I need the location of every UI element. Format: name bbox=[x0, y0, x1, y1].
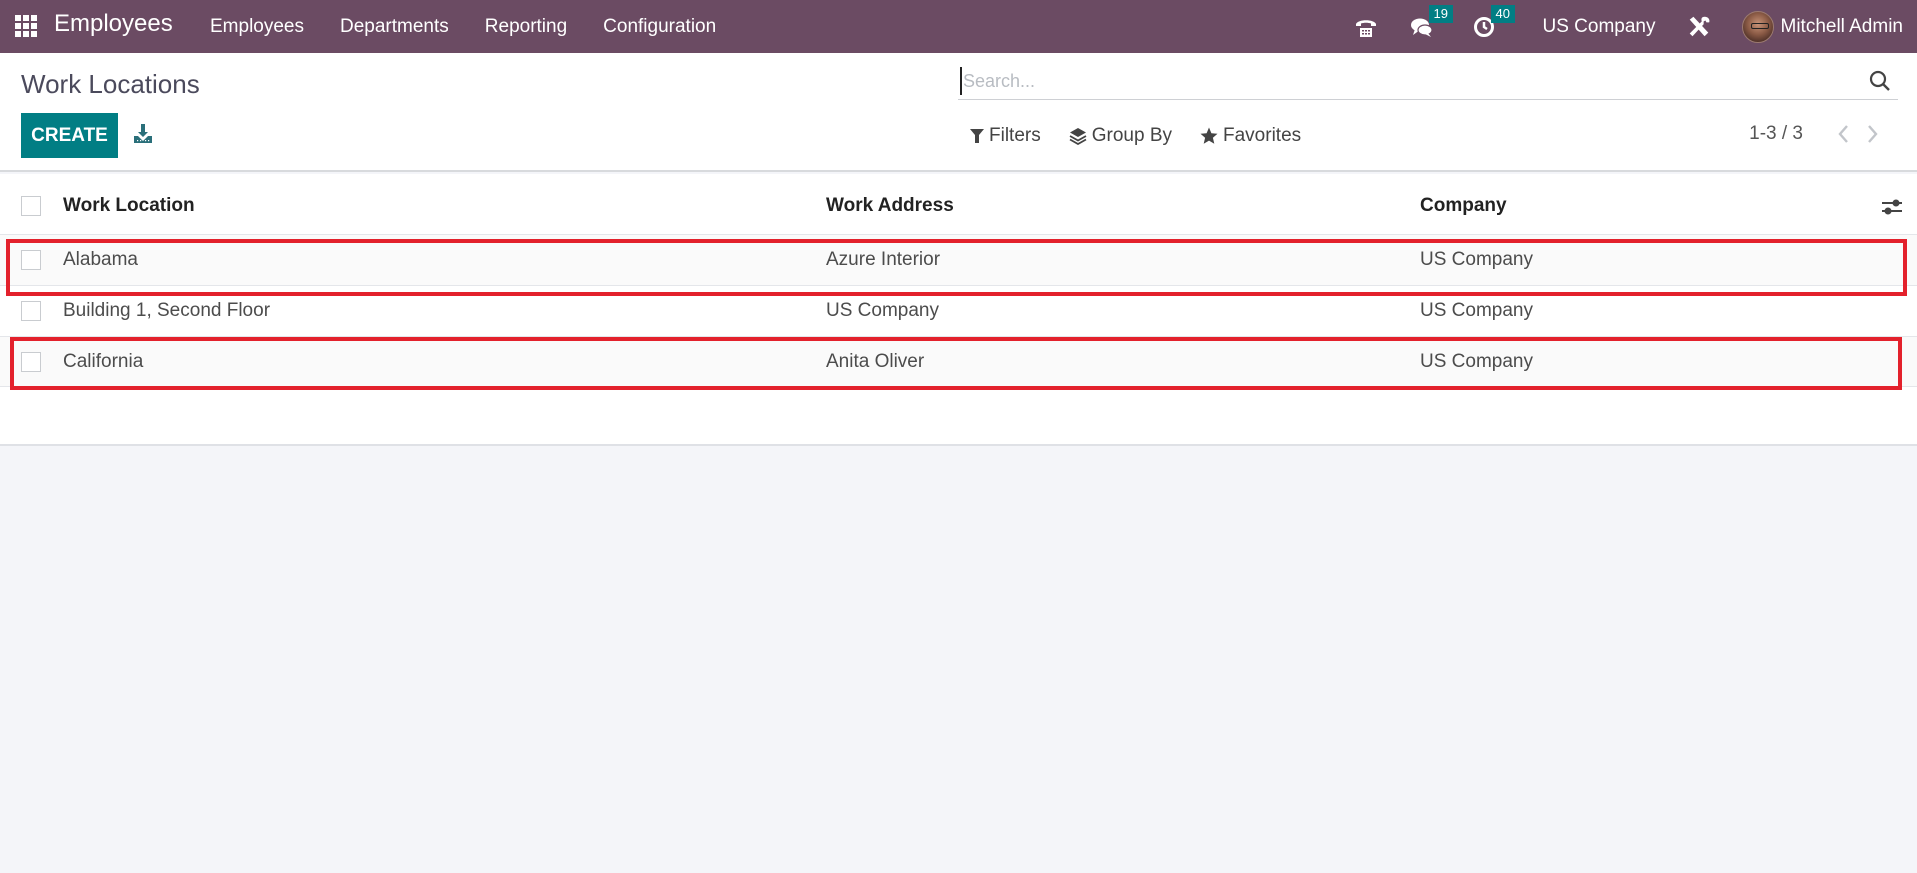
download-icon bbox=[134, 124, 152, 143]
group-by-button[interactable]: Group By bbox=[1069, 125, 1172, 147]
menu-departments[interactable]: Departments bbox=[340, 16, 449, 38]
main-menu: Employees Departments Reporting Configur… bbox=[210, 0, 752, 53]
messages-badge: 19 bbox=[1428, 4, 1453, 23]
search-input[interactable] bbox=[960, 67, 1840, 95]
row-checkbox[interactable] bbox=[21, 352, 41, 372]
pager-next-button[interactable] bbox=[1865, 123, 1881, 145]
table-row[interactable]: California Anita Oliver US Company bbox=[0, 336, 1917, 387]
cell-work-location: Building 1, Second Floor bbox=[63, 300, 271, 321]
table-row[interactable]: Alabama Azure Interior US Company bbox=[0, 234, 1917, 285]
search-box bbox=[958, 63, 1898, 100]
cell-company: US Company bbox=[1420, 249, 1533, 270]
avatar bbox=[1741, 10, 1774, 43]
chevron-right-icon bbox=[1868, 125, 1878, 143]
messages-button[interactable]: 19 bbox=[1409, 4, 1453, 40]
phone-icon bbox=[1353, 14, 1379, 40]
row-checkbox[interactable] bbox=[21, 301, 41, 321]
tools-icon bbox=[1686, 14, 1712, 40]
menu-reporting[interactable]: Reporting bbox=[485, 16, 567, 38]
pager-value[interactable]: 1-3 / 3 bbox=[1749, 123, 1803, 145]
column-header-company[interactable]: Company bbox=[1420, 195, 1507, 217]
cell-company: US Company bbox=[1420, 300, 1533, 321]
activities-badge: 40 bbox=[1490, 4, 1515, 23]
filter-icon bbox=[970, 129, 984, 143]
row-checkbox[interactable] bbox=[21, 250, 41, 270]
cell-work-address: Anita Oliver bbox=[826, 351, 925, 372]
column-header-work-location[interactable]: Work Location bbox=[63, 195, 195, 217]
star-icon bbox=[1200, 127, 1218, 144]
optional-columns-icon[interactable] bbox=[1881, 196, 1903, 218]
systray: 19 40 US Company Mitchell Admin bbox=[1323, 0, 1904, 53]
debug-tools-button[interactable] bbox=[1686, 14, 1712, 40]
pager-previous-button[interactable] bbox=[1835, 123, 1851, 145]
search-options: Filters Group By Favorites bbox=[970, 125, 1329, 147]
layers-icon bbox=[1069, 128, 1087, 145]
search-icon[interactable] bbox=[1868, 69, 1892, 93]
control-panel: Work Locations CREATE Filters Group By F… bbox=[0, 53, 1917, 172]
group-by-label: Group By bbox=[1091, 125, 1172, 146]
filters-button[interactable]: Filters bbox=[970, 125, 1041, 147]
cell-company: US Company bbox=[1420, 351, 1533, 372]
favorites-button[interactable]: Favorites bbox=[1200, 125, 1301, 147]
company-switcher[interactable]: US Company bbox=[1543, 16, 1656, 38]
table-header: Work Location Work Address Company bbox=[0, 174, 1917, 234]
apps-grid-icon[interactable] bbox=[15, 15, 37, 37]
cell-work-location: Alabama bbox=[63, 249, 138, 270]
chevron-left-icon bbox=[1838, 125, 1848, 143]
table-row[interactable]: Building 1, Second Floor US Company US C… bbox=[0, 285, 1917, 336]
cell-work-location: California bbox=[63, 351, 144, 372]
voip-button[interactable] bbox=[1353, 14, 1379, 40]
cell-work-address: US Company bbox=[826, 300, 939, 321]
create-button[interactable]: CREATE bbox=[21, 113, 118, 158]
cell-work-address: Azure Interior bbox=[826, 249, 941, 270]
activities-button[interactable]: 40 bbox=[1471, 4, 1515, 40]
select-all-checkbox[interactable] bbox=[21, 196, 41, 216]
page-title: Work Locations bbox=[21, 69, 200, 99]
user-name: Mitchell Admin bbox=[1780, 15, 1904, 37]
column-header-work-address[interactable]: Work Address bbox=[826, 195, 954, 217]
menu-configuration[interactable]: Configuration bbox=[603, 16, 716, 38]
top-navbar: Employees Employees Departments Reportin… bbox=[0, 0, 1917, 53]
favorites-label: Favorites bbox=[1223, 125, 1302, 146]
list-view: Work Location Work Address Company Alaba… bbox=[0, 174, 1917, 446]
user-menu[interactable]: Mitchell Admin bbox=[1741, 10, 1904, 43]
export-button[interactable] bbox=[132, 123, 154, 145]
filters-label: Filters bbox=[989, 125, 1041, 146]
menu-employees[interactable]: Employees bbox=[210, 16, 304, 38]
pager: 1-3 / 3 bbox=[1749, 123, 1881, 145]
app-name[interactable]: Employees bbox=[54, 10, 173, 38]
